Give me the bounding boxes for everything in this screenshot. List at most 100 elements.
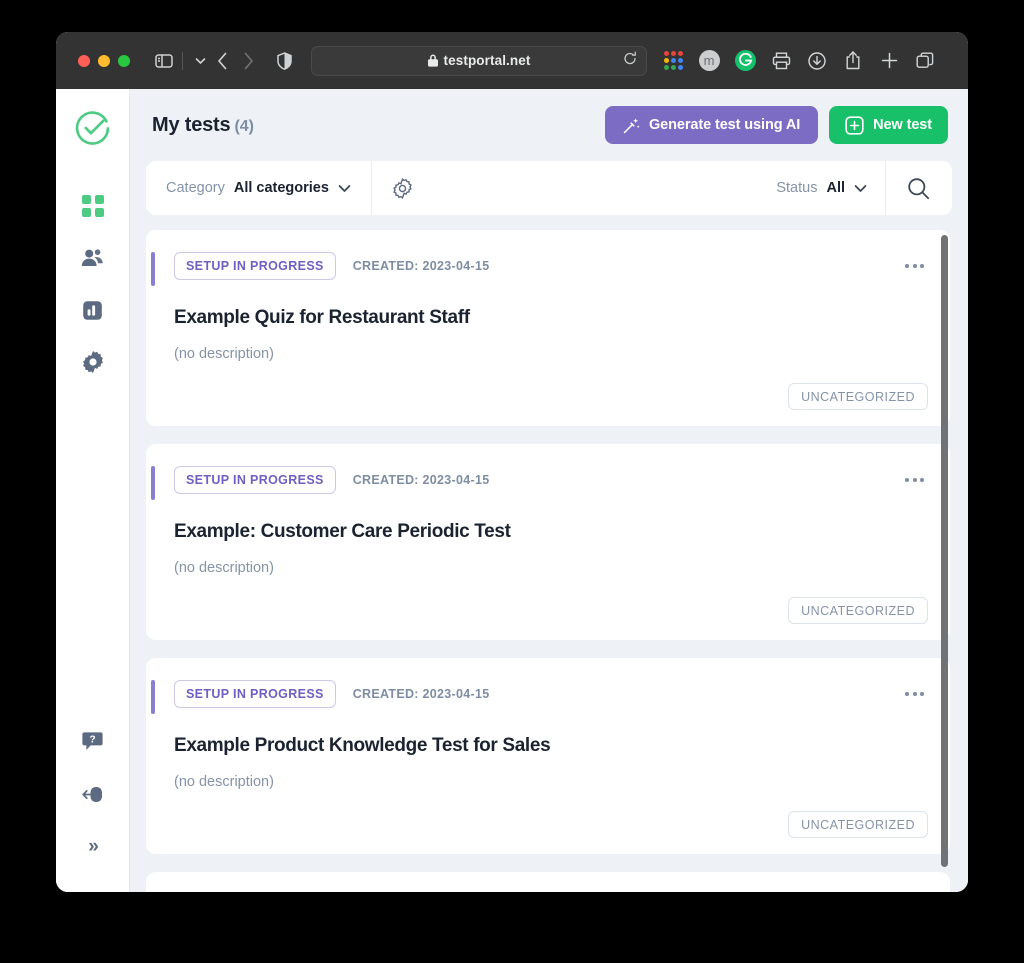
category-pill[interactable]: UNCATEGORIZED [788, 596, 928, 624]
test-description: (no description) [174, 559, 274, 576]
reload-icon[interactable] [623, 51, 637, 70]
tab-overview-icon[interactable] [907, 46, 943, 76]
created-date: CREATED: 2023-04-15 [352, 472, 490, 487]
new-test-label: New test [873, 117, 932, 133]
people-icon [81, 248, 104, 268]
sidebar-bottom-group: ? » [71, 719, 115, 892]
avatar: m [698, 50, 720, 71]
more-horizontal-icon[interactable] [901, 686, 928, 702]
status-label: Status [776, 180, 818, 196]
profile-avatar[interactable]: m [691, 46, 727, 76]
search-icon [907, 177, 930, 200]
test-card[interactable]: SETUP IN PROGRESS CREATED: 2023-04-15 Ex… [146, 230, 950, 426]
test-card-footer: UNCATEGORIZED [174, 810, 928, 838]
sidebar-toggle-icon[interactable] [152, 53, 176, 68]
close-window-button[interactable] [78, 54, 90, 67]
sidebar-expand-button[interactable]: » [71, 825, 115, 869]
status-filter[interactable]: Status All [758, 161, 885, 215]
browser-toolbar: testportal.net m [56, 32, 968, 89]
test-count: (4) [234, 117, 254, 135]
created-date: CREATED: 2023-04-15 [352, 686, 490, 701]
header-actions: Generate test using AI New test [604, 106, 948, 144]
chart-icon [82, 300, 103, 321]
check-circle-logo[interactable] [71, 106, 115, 150]
maximize-window-button[interactable] [118, 54, 130, 67]
test-card[interactable] [146, 872, 950, 892]
created-date: CREATED: 2023-04-15 [352, 258, 490, 273]
test-card-header: SETUP IN PROGRESS CREATED: 2023-04-15 [174, 680, 928, 708]
chevron-down-icon[interactable] [191, 57, 209, 65]
category-label: Category [166, 180, 225, 196]
test-title[interactable]: Example: Customer Care Periodic Test [174, 521, 928, 543]
category-pill[interactable]: UNCATEGORIZED [788, 810, 928, 838]
gear-icon [82, 351, 104, 373]
sidebar-item-help[interactable]: ? [71, 719, 115, 763]
more-horizontal-icon[interactable] [901, 258, 928, 274]
url-text: testportal.net [443, 53, 531, 68]
browser-window: testportal.net m ? » My tests (4) Genera… [56, 32, 968, 892]
scrollbar-thumb[interactable] [941, 235, 948, 867]
test-card[interactable]: SETUP IN PROGRESS CREATED: 2023-04-15 Ex… [146, 444, 950, 640]
sidebar-item-candidates[interactable] [71, 236, 115, 280]
test-description: (no description) [174, 773, 274, 790]
app-viewport: ? » My tests (4) Generate test using AI … [56, 89, 968, 892]
sidebar-item-reports[interactable] [71, 288, 115, 332]
app-sidebar: ? » [56, 89, 130, 892]
sidebar-item-logout[interactable] [71, 772, 115, 816]
category-settings-button[interactable] [372, 161, 433, 215]
test-card[interactable]: SETUP IN PROGRESS CREATED: 2023-04-15 Ex… [146, 658, 950, 854]
forward-button[interactable] [235, 52, 261, 70]
category-filter[interactable]: Category All categories [146, 161, 371, 215]
help-icon: ? [82, 731, 103, 752]
chevron-down-icon [338, 184, 351, 193]
status-badge: SETUP IN PROGRESS [174, 466, 336, 494]
new-test-button[interactable]: New test [829, 106, 948, 144]
back-button[interactable] [209, 52, 235, 70]
logout-icon [81, 785, 104, 804]
generate-test-ai-label: Generate test using AI [648, 117, 801, 133]
more-horizontal-icon[interactable] [901, 472, 928, 488]
shield-icon[interactable] [269, 51, 299, 70]
sidebar-item-dashboard[interactable] [71, 184, 115, 228]
test-title[interactable]: Example Product Knowledge Test for Sales [174, 735, 928, 757]
minimize-window-button[interactable] [98, 54, 110, 67]
test-title[interactable]: Example Quiz for Restaurant Staff [174, 307, 928, 329]
page-header: My tests (4) Generate test using AI New … [146, 89, 952, 161]
test-card-header: SETUP IN PROGRESS CREATED: 2023-04-15 [174, 252, 928, 280]
status-badge: SETUP IN PROGRESS [174, 252, 336, 280]
svg-text:?: ? [89, 734, 95, 745]
page-title: My tests (4) [152, 114, 254, 137]
extensions-grid-icon[interactable] [655, 46, 691, 76]
sidebar-item-settings[interactable] [71, 340, 115, 384]
status-accent-bar [151, 680, 155, 714]
status-value: All [826, 180, 845, 196]
category-value: All categories [233, 180, 329, 196]
test-list[interactable]: SETUP IN PROGRESS CREATED: 2023-04-15 Ex… [146, 230, 952, 892]
status-accent-bar [151, 252, 155, 286]
downloads-icon[interactable] [799, 46, 835, 76]
test-card-header: SETUP IN PROGRESS CREATED: 2023-04-15 [174, 466, 928, 494]
test-card-footer: UNCATEGORIZED [174, 382, 928, 410]
page-title-text: My tests [152, 113, 231, 136]
search-button[interactable] [886, 161, 952, 215]
print-icon[interactable] [763, 46, 799, 76]
gear-icon [392, 177, 413, 199]
status-badge: SETUP IN PROGRESS [174, 680, 336, 708]
test-card-footer: UNCATEGORIZED [174, 596, 928, 624]
category-pill[interactable]: UNCATEGORIZED [788, 382, 928, 410]
toolbar-divider [182, 51, 183, 70]
filter-bar: Category All categories Status All [146, 161, 952, 215]
magic-wand-icon [623, 117, 640, 134]
lock-icon [427, 54, 438, 67]
chevron-down-icon [854, 184, 867, 193]
window-controls [78, 54, 130, 67]
share-icon[interactable] [835, 46, 871, 76]
new-tab-icon[interactable] [871, 46, 907, 76]
browser-extension-icons: m [655, 46, 943, 76]
plus-square-icon [845, 115, 864, 135]
generate-test-ai-button[interactable]: Generate test using AI [604, 106, 819, 144]
test-description: (no description) [174, 345, 274, 362]
address-bar[interactable]: testportal.net [311, 45, 647, 76]
grammarly-icon[interactable] [727, 46, 763, 76]
status-accent-bar [151, 466, 155, 500]
